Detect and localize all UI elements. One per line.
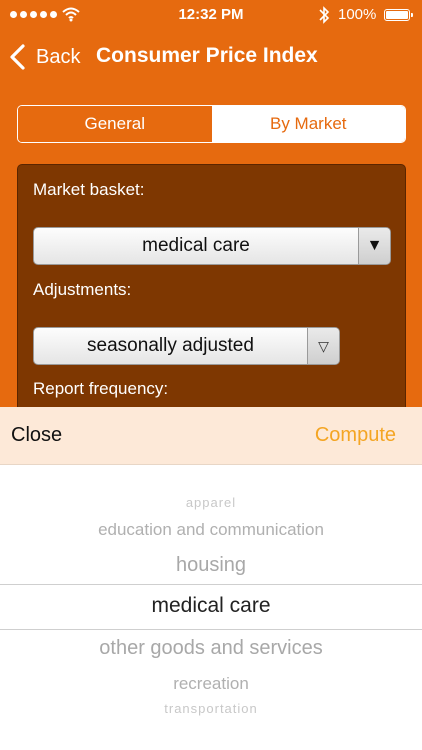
market-basket-select[interactable]: medical care ▼ [33,227,391,265]
adjustments-select[interactable]: seasonally adjusted ▽ [33,327,340,365]
battery-icon [384,9,413,21]
picker-item-medical-care[interactable]: medical care [0,594,422,618]
market-basket-value: medical care [142,235,250,256]
bluetooth-icon [319,6,330,24]
picker-item-apparel[interactable]: apparel [0,495,422,510]
tab-by-market[interactable]: By Market [211,106,405,142]
status-bar: 12:32 PM 100% [0,0,422,30]
navigation-bar: Back Consumer Price Index [0,30,422,84]
close-button[interactable]: Close [11,424,62,447]
picker-item-housing[interactable]: housing [0,554,422,577]
report-frequency-label: Report frequency: [33,379,169,398]
market-basket-picker[interactable]: apparel education and communication hous… [0,465,422,750]
triangle-down-outline-icon: ▽ [307,328,339,364]
segmented-control: General By Market [17,105,406,143]
picker-item-other-goods-and-services[interactable]: other goods and services [0,637,422,660]
back-button[interactable]: Back [8,42,80,72]
picker-toolbar: Close Compute [0,407,422,465]
adjustments-label: Adjustments: [33,280,132,299]
triangle-down-icon: ▼ [358,228,390,264]
adjustments-value: seasonally adjusted [87,335,254,356]
battery-percentage: 100% [338,6,377,23]
tab-general[interactable]: General [18,106,212,142]
picker-item-education-and-communication[interactable]: education and communication [0,520,422,540]
compute-button[interactable]: Compute [315,424,396,447]
form-panel: Market basket: medical care ▼ Adjustment… [17,164,406,424]
picker-item-transportation[interactable]: transportation [0,701,422,716]
picker-item-recreation[interactable]: recreation [0,674,422,694]
back-label: Back [36,45,81,68]
page-title: Consumer Price Index [96,44,318,67]
market-basket-label: Market basket: [33,180,145,199]
chevron-left-icon [10,44,25,70]
